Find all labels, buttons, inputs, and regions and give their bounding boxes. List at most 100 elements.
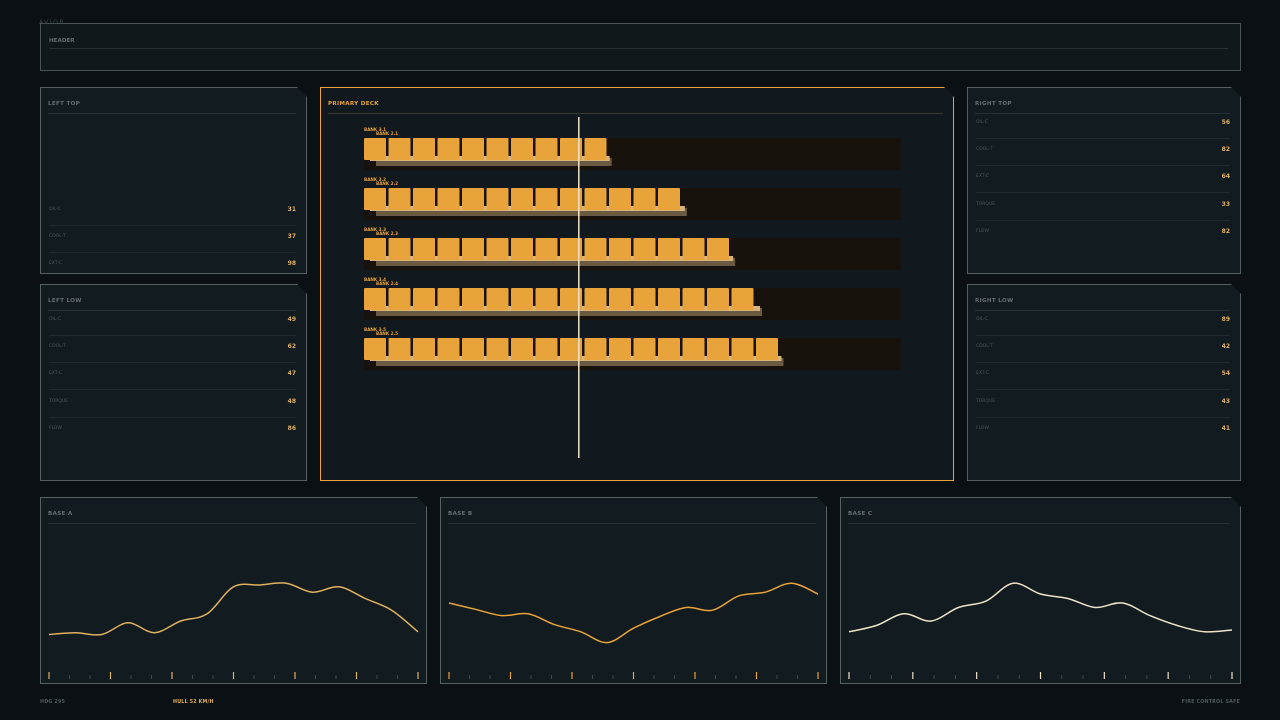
footer-fire-control: FIRE CONTROL SAFE	[1181, 700, 1240, 705]
bank-segment	[389, 238, 411, 260]
bank-segment	[609, 188, 631, 210]
bank-segment	[585, 138, 607, 160]
trend-plot	[441, 498, 826, 683]
readout-label: FLOW	[49, 426, 62, 431]
bank-segment	[487, 188, 509, 210]
bank-segment	[609, 288, 631, 310]
bank-segment	[634, 238, 656, 260]
bank-sublabel: BANK 2.2	[376, 181, 398, 186]
row-divider	[49, 417, 296, 418]
row-divider	[976, 138, 1230, 139]
readout-value: 62	[287, 343, 296, 350]
readout-label: OIL-C	[976, 120, 989, 125]
bank-segment	[634, 188, 656, 210]
readout-label: COOL-T	[976, 147, 993, 152]
bank-segment	[683, 238, 705, 260]
panel-title: LEFT TOP	[48, 101, 296, 114]
readout-value: 64	[1221, 173, 1230, 180]
bank-segment	[511, 288, 533, 310]
bank-segment	[536, 288, 558, 310]
readout-value: 37	[287, 233, 296, 240]
bank-segment	[487, 288, 509, 310]
bank-segment	[487, 338, 509, 360]
bank-segment	[364, 288, 386, 310]
bank-segment	[585, 288, 607, 310]
panel-primary-deck: PRIMARY DECK BANK 3.1 BANK 2.1 BANK 3.2 BAN…	[320, 87, 954, 481]
bank-segment	[413, 288, 435, 310]
readout-row: FLOW 41	[976, 430, 1230, 431]
readout-value: 41	[1221, 425, 1230, 432]
bank-segment	[462, 138, 484, 160]
readout-value: 56	[1221, 119, 1230, 126]
bank-segment	[609, 338, 631, 360]
readout-row: OIL-C 89	[976, 321, 1230, 322]
bank-segment	[634, 338, 656, 360]
panel-base-c: BASE C	[840, 497, 1241, 684]
bank-sublabel: BANK 2.5	[376, 331, 398, 336]
readout-label: COOL-T	[976, 344, 993, 349]
trend-line	[849, 583, 1232, 632]
bank-segment	[585, 188, 607, 210]
bank-segment	[511, 338, 533, 360]
readout-row: COOL-T 42	[976, 348, 1230, 349]
readout-row: OIL-C 31	[49, 211, 296, 212]
readout-row: EXT-C 54	[976, 375, 1230, 376]
bank-segment	[487, 138, 509, 160]
row-divider	[976, 165, 1230, 166]
row-divider	[49, 389, 296, 390]
readout-value: 33	[1221, 201, 1230, 208]
readout-label: TORQUE	[976, 399, 996, 404]
readout-value: 89	[1221, 316, 1230, 323]
row-divider	[49, 362, 296, 363]
bank-segment	[389, 138, 411, 160]
readout-label: EXT-C	[49, 261, 62, 266]
bank-segment	[536, 138, 558, 160]
readout-row: COOL-T 37	[49, 238, 296, 239]
row-divider	[976, 362, 1230, 363]
bank-segment	[438, 138, 460, 160]
bank-sublabel: BANK 2.3	[376, 231, 398, 236]
bank-segment	[364, 138, 386, 160]
row-divider	[976, 335, 1230, 336]
readout-value: 82	[1221, 146, 1230, 153]
bank-segment	[389, 338, 411, 360]
bank-segment	[364, 238, 386, 260]
readout-label: COOL-T	[49, 234, 66, 239]
header-title: HEADER	[49, 38, 1228, 49]
bank-sublabel: BANK 2.4	[376, 281, 398, 286]
bank-segment	[707, 338, 729, 360]
bank-segment	[609, 238, 631, 260]
readout-row: FLOW 86	[49, 430, 296, 431]
bank-segment	[585, 338, 607, 360]
bank-segment	[389, 288, 411, 310]
bank-segment	[634, 288, 656, 310]
readout-label: OIL-C	[49, 207, 62, 212]
bank-segment	[438, 238, 460, 260]
footer-speed: HULL 52 KM/H	[173, 700, 214, 705]
bank-segment	[364, 338, 386, 360]
row-divider	[976, 220, 1230, 221]
bank-segment	[438, 338, 460, 360]
row-divider	[976, 389, 1230, 390]
header-bar: AVIOR HEADER	[39, 19, 1241, 71]
bank-segment	[413, 238, 435, 260]
bank-segment	[732, 288, 754, 310]
trend-line	[49, 583, 418, 635]
bank-segment	[536, 238, 558, 260]
readout-value: 54	[1221, 370, 1230, 377]
readout-value: 48	[287, 398, 296, 405]
bank-segment	[487, 238, 509, 260]
bank-segment	[658, 338, 680, 360]
bank-segment	[536, 188, 558, 210]
trend-plot	[41, 498, 426, 683]
readout-value: 86	[287, 425, 296, 432]
bank-segment	[658, 238, 680, 260]
row-divider	[49, 252, 296, 253]
bank-segment	[683, 338, 705, 360]
row-divider	[976, 192, 1230, 193]
bank-segment	[536, 338, 558, 360]
readout-value: 82	[1221, 228, 1230, 235]
bank-segment	[389, 188, 411, 210]
bank-segment	[413, 338, 435, 360]
bank-segment	[462, 238, 484, 260]
